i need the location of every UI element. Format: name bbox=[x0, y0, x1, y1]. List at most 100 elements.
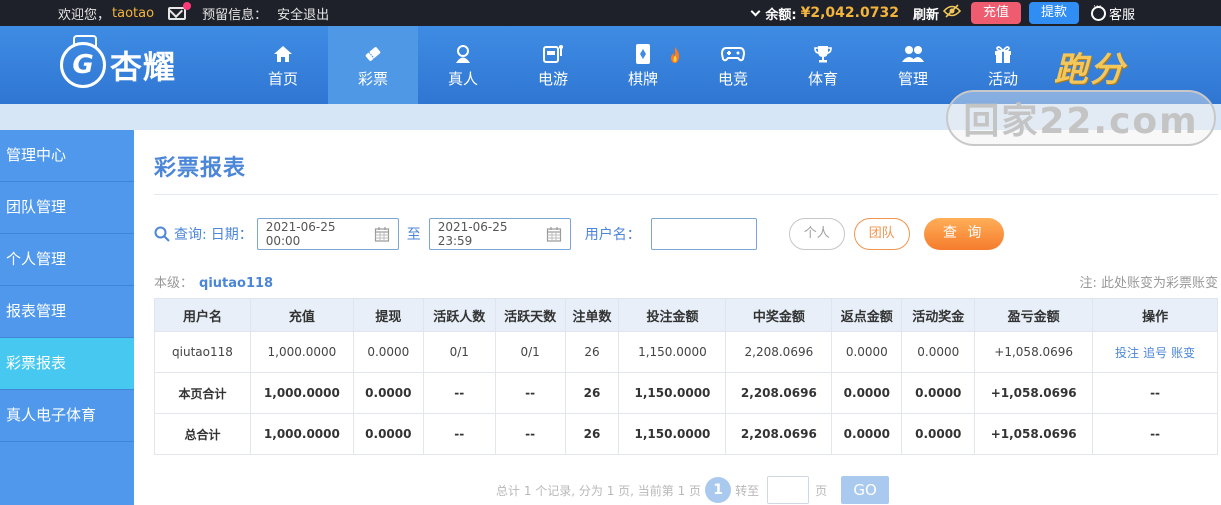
table-cell: -- bbox=[1092, 372, 1218, 414]
main-nav: 首页 彩票 真人 电游 棋牌 电竞 体育 管理 活动 bbox=[238, 26, 1048, 104]
calendar-icon bbox=[546, 227, 561, 242]
nav-label: 管理 bbox=[897, 70, 928, 88]
column-header: 投注金额 bbox=[618, 298, 727, 332]
table-cell: 1,150.0000 bbox=[618, 331, 727, 373]
page-number-button[interactable]: 1 bbox=[705, 477, 732, 503]
pagination-summary: 总计 1 个记录, 分为 1 页, 当前第 1 页 bbox=[496, 483, 702, 498]
table-cell: 26 bbox=[564, 331, 620, 373]
customer-service-label: 客服 bbox=[1108, 7, 1135, 23]
nav-live-casino[interactable]: 真人 bbox=[418, 26, 508, 104]
table-row: qiutao118 1,000.0000 0.0000 0/1 0/1 26 1… bbox=[154, 331, 1218, 373]
start-date-field[interactable]: 2021-06-25 00:00 bbox=[256, 218, 399, 250]
nav-lottery[interactable]: 彩票 bbox=[328, 26, 418, 104]
table-cell: 2,208.0696 bbox=[725, 372, 833, 414]
page-title: 彩票报表 bbox=[154, 156, 247, 181]
level-user-link[interactable]: qiutao118 bbox=[199, 276, 273, 291]
hot-fire-icon bbox=[671, 47, 680, 63]
column-header: 提现 bbox=[352, 298, 424, 332]
mail-icon[interactable] bbox=[168, 1, 192, 20]
dealer-icon bbox=[453, 43, 473, 65]
table-cell: 0.0000 bbox=[831, 372, 903, 414]
username-filter-label: 用户名： bbox=[584, 227, 641, 243]
table-cell: 0.0000 bbox=[352, 331, 424, 373]
sidebar-item-live-electronic-sports[interactable]: 真人电子体育 bbox=[0, 390, 134, 442]
table-cell: 1,000.0000 bbox=[249, 413, 354, 455]
welcome-text: 欢迎您， bbox=[58, 7, 111, 23]
nav-label: 电竞 bbox=[717, 70, 748, 88]
trophy-icon bbox=[813, 43, 833, 65]
nav-home[interactable]: 首页 bbox=[238, 26, 328, 104]
team-button[interactable]: 团队 bbox=[853, 218, 910, 250]
sidebar: 管理中心 团队管理 个人管理 报表管理 彩票报表 真人电子体育 bbox=[0, 130, 134, 505]
table-cell: 本页合计 bbox=[154, 372, 251, 414]
table-cell: 0.0000 bbox=[831, 331, 903, 373]
table-cell: 26 bbox=[564, 372, 620, 414]
user-link[interactable]: qiutao118 bbox=[154, 331, 251, 373]
cards-icon bbox=[634, 43, 652, 65]
ticket-icon bbox=[363, 43, 383, 65]
lottery-report-table: 用户名 充值 提现 活跃人数 活跃天数 注单数 投注金额 中奖金额 返点金额 活… bbox=[154, 298, 1218, 455]
logout-link[interactable]: 安全退出 bbox=[277, 4, 329, 23]
profit-cell: +1,058.0696 bbox=[974, 413, 1094, 455]
nav-label: 电游 bbox=[537, 70, 568, 88]
column-header: 操作 bbox=[1092, 298, 1218, 332]
top-bar: 欢迎您， taotao 预留信息： 安全退出 余额: ¥2,042.0732 刷… bbox=[0, 0, 1221, 26]
column-header: 中奖金额 bbox=[725, 298, 833, 332]
profit-cell: +1,058.0696 bbox=[974, 331, 1094, 373]
goto-label: 转至 bbox=[735, 483, 760, 498]
nav-management[interactable]: 管理 bbox=[868, 26, 958, 104]
table-header-row: 用户名 充值 提现 活跃人数 活跃天数 注单数 投注金额 中奖金额 返点金额 活… bbox=[154, 298, 1218, 332]
goto-page-input[interactable] bbox=[767, 476, 810, 504]
reserved-info-label[interactable]: 预留信息： bbox=[202, 4, 267, 23]
sidebar-item-report-management[interactable]: 报表管理 bbox=[0, 286, 134, 338]
table-cell: 0.0000 bbox=[352, 372, 424, 414]
sidebar-item-team-management[interactable]: 团队管理 bbox=[0, 182, 134, 234]
page-total-row: 本页合计 1,000.0000 0.0000 -- -- 26 1,150.00… bbox=[154, 372, 1218, 414]
column-header: 注单数 bbox=[564, 298, 620, 332]
end-date-field[interactable]: 2021-06-25 23:59 bbox=[428, 218, 571, 250]
row-actions: 投注 追号 账变 bbox=[1092, 331, 1218, 373]
column-header: 活跃天数 bbox=[494, 298, 566, 332]
to-label: 至 bbox=[406, 227, 421, 243]
chevron-down-icon[interactable] bbox=[750, 6, 761, 16]
table-cell: -- bbox=[494, 372, 566, 414]
start-date-value: 2021-06-25 00:00 bbox=[265, 220, 336, 248]
withdraw-button[interactable]: 提款 bbox=[1028, 2, 1079, 24]
top-bar-left: 欢迎您， taotao 预留信息： 安全退出 bbox=[58, 0, 329, 26]
page-unit-label: 页 bbox=[815, 483, 828, 498]
sidebar-item-personal-management[interactable]: 个人管理 bbox=[0, 234, 134, 286]
nav-chess-cards[interactable]: 棋牌 bbox=[598, 26, 688, 104]
query-button[interactable]: 查 询 bbox=[923, 218, 1004, 250]
deposit-button[interactable]: 充值 bbox=[970, 2, 1021, 24]
calendar-icon bbox=[374, 227, 389, 242]
gamepad-icon bbox=[721, 43, 745, 65]
level-info: 本级： qiutao118 bbox=[154, 272, 273, 291]
sidebar-item-management-center[interactable]: 管理中心 bbox=[0, 130, 134, 182]
table-cell: 0/1 bbox=[422, 331, 496, 373]
promo-paofen-banner[interactable]: 跑分 bbox=[1054, 42, 1126, 91]
customer-service-link[interactable]: 客服 bbox=[1090, 2, 1135, 23]
personal-button[interactable]: 个人 bbox=[788, 218, 845, 250]
chase-link[interactable]: 追号 bbox=[1143, 346, 1167, 360]
column-header: 返点金额 bbox=[831, 298, 903, 332]
refresh-link[interactable]: 刷新 bbox=[913, 4, 939, 23]
username-input[interactable] bbox=[650, 218, 757, 250]
nav-label: 彩票 bbox=[357, 70, 388, 88]
site-logo[interactable]: G 杏耀 bbox=[60, 34, 176, 96]
account-change-link[interactable]: 账变 bbox=[1171, 346, 1195, 360]
nav-sports[interactable]: 体育 bbox=[778, 26, 868, 104]
bet-link[interactable]: 投注 bbox=[1115, 346, 1139, 360]
nav-slots[interactable]: 电游 bbox=[508, 26, 598, 104]
username-label: taotao bbox=[112, 5, 155, 21]
sidebar-item-lottery-report[interactable]: 彩票报表 bbox=[0, 338, 134, 390]
nav-esports[interactable]: 电竞 bbox=[688, 26, 778, 104]
go-button[interactable]: GO bbox=[841, 476, 890, 504]
table-cell: 0/1 bbox=[494, 331, 566, 373]
table-cell: -- bbox=[494, 413, 566, 455]
table-cell: 1,150.0000 bbox=[618, 413, 727, 455]
balance-value: ¥2,042.0732 bbox=[800, 5, 899, 21]
nav-label: 棋牌 bbox=[627, 70, 658, 88]
hide-eye-icon[interactable] bbox=[942, 4, 962, 22]
top-bar-right: 余额: ¥2,042.0732 刷新 充值 提款 客服 bbox=[750, 0, 1221, 26]
nav-label: 首页 bbox=[267, 70, 298, 88]
